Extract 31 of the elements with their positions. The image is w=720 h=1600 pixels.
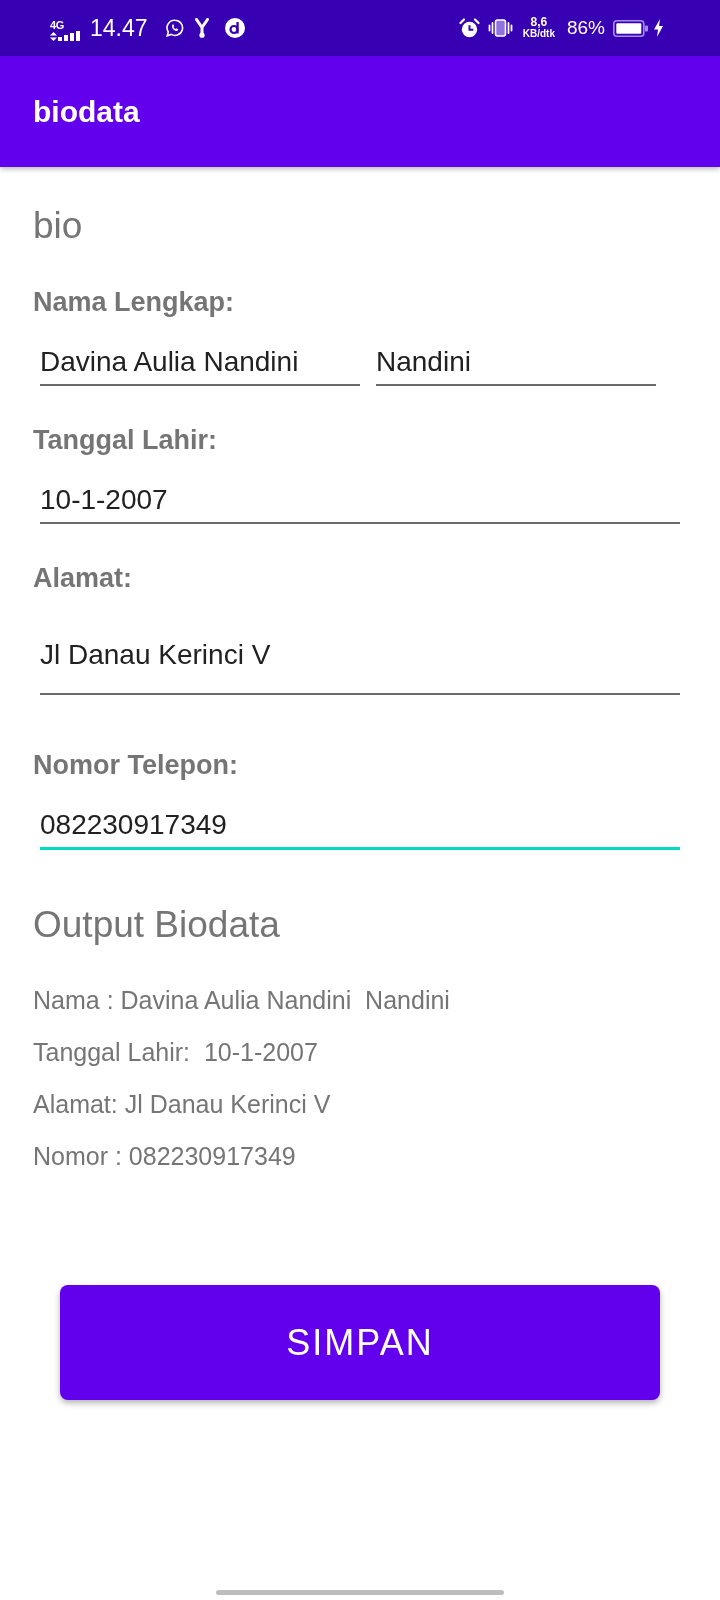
output-line: Nama : Davina Aulia Nandini Nandini [33, 985, 451, 1016]
save-button[interactable]: SIMPAN [60, 1285, 660, 1400]
field-label: Tanggal Lahir: [33, 424, 218, 456]
battery-percent: 86% [566, 17, 605, 39]
network-type-label: 4G [50, 19, 65, 30]
signal-icon [58, 30, 81, 41]
output-line: Alamat: Jl Danau Kerinci V [33, 1089, 332, 1120]
alarm-icon [458, 18, 480, 38]
text-field[interactable]: Nandini [376, 340, 656, 386]
vibrate-icon [487, 19, 513, 37]
text-field[interactable]: 082230917349 [40, 803, 680, 850]
section-title: bio [33, 204, 84, 248]
network-speed-unit: KB/dtk [522, 28, 555, 39]
network-speed-value: 8,6 [530, 17, 548, 28]
field-label: Nomor Telepon: [33, 749, 239, 781]
app-title: biodata [33, 93, 140, 130]
home-indicator[interactable] [216, 1590, 504, 1595]
battery-icon [613, 19, 648, 37]
text-field[interactable]: Jl Danau Kerinci V [40, 616, 680, 695]
text-field[interactable]: Davina Aulia Nandini [40, 340, 360, 386]
field-label: Alamat: [33, 562, 134, 594]
output-line: Nomor : 082230917349 [33, 1141, 297, 1172]
y-shape-icon [194, 18, 209, 38]
field-label: Nama Lengkap: [33, 286, 236, 318]
text-field[interactable]: 10-1-2007 [40, 478, 680, 524]
charging-icon [654, 19, 663, 37]
output-line: Tanggal Lahir: 10-1-2007 [33, 1037, 319, 1068]
output-title: Output Biodata [33, 903, 281, 947]
clock-time: 14.47 [90, 15, 148, 41]
chat-bubble-icon [165, 19, 184, 37]
app-logo-icon [224, 18, 245, 38]
